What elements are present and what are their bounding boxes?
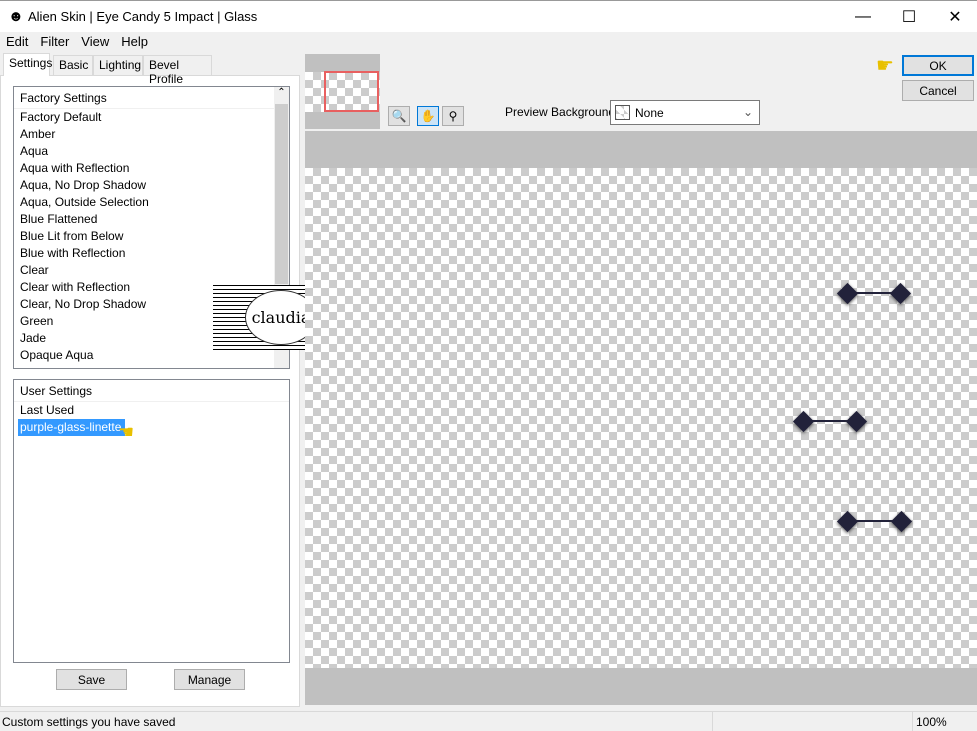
preview-tool-icon[interactable]: 🔍 <box>388 106 410 126</box>
list-item[interactable]: Blue with Reflection <box>14 245 289 262</box>
menu-help[interactable]: Help <box>115 32 154 52</box>
user-settings-list[interactable]: User Settings Last Used purple-glass-lin… <box>13 379 290 663</box>
zoom-level: 100% <box>916 715 947 729</box>
tab-basic[interactable]: Basic <box>53 55 93 75</box>
list-item[interactable]: Last Used <box>14 402 289 419</box>
tab-settings[interactable]: Settings <box>3 53 52 76</box>
preview-background-value: None <box>635 106 664 120</box>
ok-button[interactable]: OK <box>902 55 974 76</box>
list-item[interactable]: Amber <box>14 126 289 143</box>
preview-canvas[interactable] <box>305 168 977 668</box>
status-bar: Custom settings you have saved 100% <box>0 711 977 731</box>
tab-bevel-profile[interactable]: Bevel Profile <box>143 55 212 86</box>
cancel-button[interactable]: Cancel <box>902 80 974 101</box>
tab-lighting[interactable]: Lighting <box>93 55 143 75</box>
minimize-button[interactable]: — <box>840 1 886 33</box>
pointing-hand-icon: ☚ <box>118 422 135 442</box>
navigator[interactable] <box>305 54 380 129</box>
preview-area[interactable] <box>305 131 977 705</box>
scrollbar-thumb[interactable] <box>275 104 288 284</box>
list-item[interactable]: Factory Default <box>14 109 289 126</box>
pointing-hand-icon: ☛ <box>876 55 894 77</box>
hand-tool-icon[interactable]: ✋ <box>417 106 439 126</box>
menu-view[interactable]: View <box>75 32 115 52</box>
list-item[interactable]: Aqua with Reflection <box>14 160 289 177</box>
list-item[interactable]: Aqua, Outside Selection <box>14 194 289 211</box>
app-logo-icon: ☻ <box>8 8 24 25</box>
list-item[interactable]: Blue Flattened <box>14 211 289 228</box>
user-settings-header: User Settings <box>14 380 289 402</box>
menu-filter[interactable]: Filter <box>34 32 75 52</box>
manage-button[interactable]: Manage <box>174 669 245 690</box>
menu-edit[interactable]: Edit <box>0 32 34 52</box>
window-title: Alien Skin | Eye Candy 5 Impact | Glass <box>28 9 258 24</box>
preview-background-label: Preview Background: <box>505 105 619 119</box>
list-item[interactable]: Aqua, No Drop Shadow <box>14 177 289 194</box>
zoom-tool-icon[interactable]: ⚲ <box>442 106 464 126</box>
menu-bar: Edit Filter View Help <box>0 32 154 52</box>
navigator-viewport[interactable] <box>324 71 379 112</box>
factory-settings-header: Factory Settings <box>14 87 289 109</box>
list-item-selected[interactable]: purple-glass-linette <box>18 419 126 436</box>
close-button[interactable]: ✕ <box>932 1 977 33</box>
list-item[interactable]: Clear <box>14 262 289 279</box>
chevron-down-icon: ⌄ <box>742 105 753 119</box>
save-button[interactable]: Save <box>56 669 127 690</box>
preview-background-select[interactable]: None ⌄ <box>610 100 760 125</box>
title-bar: ☻ Alien Skin | Eye Candy 5 Impact | Glas… <box>0 0 977 32</box>
list-item[interactable]: Blue Lit from Below <box>14 228 289 245</box>
maximize-button[interactable]: ☐ <box>886 1 932 33</box>
list-item[interactable]: Aqua <box>14 143 289 160</box>
scroll-up-icon[interactable]: ⌃ <box>274 87 289 104</box>
status-text: Custom settings you have saved <box>2 715 176 729</box>
swatch-icon <box>615 105 630 120</box>
